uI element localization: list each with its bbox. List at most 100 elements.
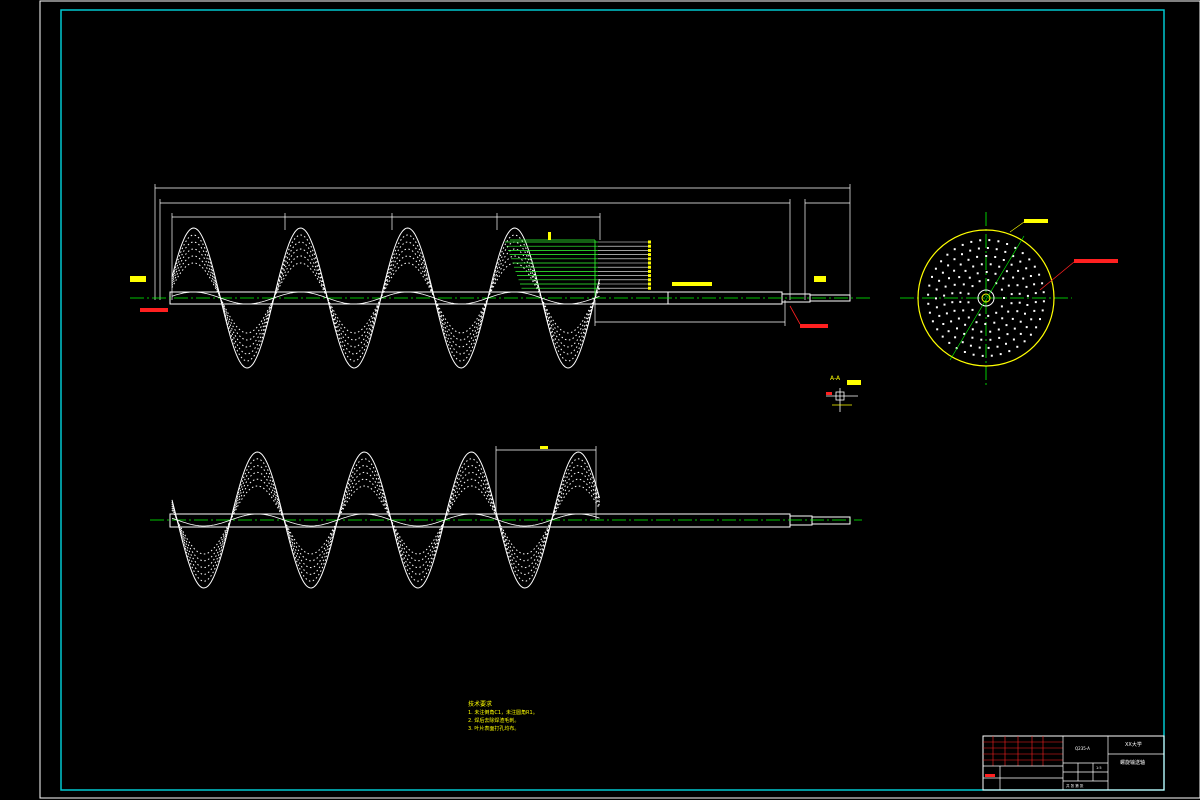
technical-notes: 技术要求 1. 未注倒角C1，未注圆角R1。 2. 焊后去除焊渣毛刺。 3. 叶… xyxy=(468,700,538,732)
hole xyxy=(978,280,981,283)
hole xyxy=(963,351,966,353)
end-view-disc xyxy=(900,212,1118,385)
hole xyxy=(1030,318,1033,321)
hole xyxy=(946,253,949,256)
hole xyxy=(969,249,972,252)
hole xyxy=(987,346,990,349)
hole xyxy=(1010,293,1013,296)
hole xyxy=(1029,333,1032,336)
hole xyxy=(998,336,1001,339)
hole xyxy=(1007,310,1010,313)
hole xyxy=(970,240,973,243)
hole xyxy=(1001,317,1004,320)
balloon-mark xyxy=(648,278,651,282)
balloon-mark xyxy=(648,265,651,269)
hole xyxy=(967,316,970,319)
hole xyxy=(984,323,987,325)
hole xyxy=(1034,301,1037,304)
hole xyxy=(972,353,975,356)
hole xyxy=(1002,277,1005,280)
title-school: XX大学 xyxy=(1125,741,1142,748)
hole xyxy=(971,308,974,311)
hole xyxy=(935,297,937,300)
hole xyxy=(938,279,941,282)
hole xyxy=(940,260,943,263)
hole xyxy=(971,336,974,339)
hole xyxy=(967,258,970,261)
hole xyxy=(989,338,992,341)
hole xyxy=(1000,288,1003,291)
hole xyxy=(976,272,979,275)
bottom-view xyxy=(150,446,862,589)
sectioned-flight-hatch xyxy=(505,239,651,296)
hole xyxy=(958,276,961,279)
balloon-mark xyxy=(648,244,651,248)
hole xyxy=(990,354,993,357)
hole xyxy=(942,323,945,325)
hole xyxy=(1004,250,1007,253)
hole xyxy=(959,263,962,266)
drawing-frame xyxy=(60,9,1165,791)
hole xyxy=(928,284,931,287)
hole xyxy=(938,314,941,317)
hole xyxy=(995,248,998,251)
hole xyxy=(1012,338,1015,341)
hole xyxy=(1041,309,1044,312)
hole xyxy=(943,303,946,306)
hole xyxy=(1035,326,1038,329)
title-block: Q235-A XX大学 螺旋输送轴 1:5 共 张 第 张 xyxy=(982,735,1165,791)
hole xyxy=(1016,345,1019,348)
hole xyxy=(1011,317,1014,320)
balloon-mark xyxy=(648,282,651,286)
hole xyxy=(964,269,967,272)
section-label: A-A xyxy=(830,375,841,382)
hole xyxy=(998,265,1001,268)
hole xyxy=(936,328,939,331)
hole xyxy=(961,253,963,256)
section-detail: A-A xyxy=(826,375,861,412)
hole xyxy=(1025,267,1028,270)
hole xyxy=(978,313,981,316)
hole xyxy=(945,312,948,315)
hole xyxy=(950,320,953,323)
hole xyxy=(994,272,997,275)
title-drawing-name: 螺旋输送轴 xyxy=(1120,759,1145,766)
hole xyxy=(988,239,991,242)
hole xyxy=(1023,340,1026,343)
note-item-1: 1. 未注倒角C1，未注圆角R1。 xyxy=(468,709,538,716)
hole xyxy=(1034,292,1037,295)
hole xyxy=(1019,332,1022,335)
hole xyxy=(962,283,965,286)
hole xyxy=(1005,270,1008,273)
bottom-pitch-dimension xyxy=(495,446,597,520)
hole xyxy=(947,264,950,267)
hole xyxy=(1033,265,1036,268)
hole xyxy=(1018,292,1021,295)
hole xyxy=(1016,310,1019,313)
note-item-3: 3. 叶片表面打孔均布。 xyxy=(468,725,519,732)
hole xyxy=(961,243,964,246)
note-item-2: 2. 焊后去除焊渣毛刺。 xyxy=(468,717,519,724)
hole xyxy=(989,263,992,266)
hole xyxy=(1003,297,1005,299)
hole xyxy=(943,294,946,297)
hole xyxy=(979,239,982,242)
balloon-mark xyxy=(648,261,651,265)
hole xyxy=(951,301,954,304)
hole xyxy=(968,276,971,279)
hole xyxy=(959,291,962,294)
outer-border xyxy=(39,0,1200,799)
hole xyxy=(1016,284,1019,287)
hole xyxy=(1033,283,1036,286)
hole xyxy=(980,330,983,333)
hole xyxy=(962,309,965,312)
hole xyxy=(1013,327,1016,330)
hole xyxy=(1022,277,1025,280)
hole xyxy=(987,279,990,282)
hole xyxy=(980,338,983,341)
title-scale: 1:5 xyxy=(1096,766,1102,770)
hole xyxy=(953,248,956,251)
title-material: Q235-A xyxy=(1075,746,1090,751)
hole xyxy=(1006,333,1009,336)
hole xyxy=(934,267,937,270)
